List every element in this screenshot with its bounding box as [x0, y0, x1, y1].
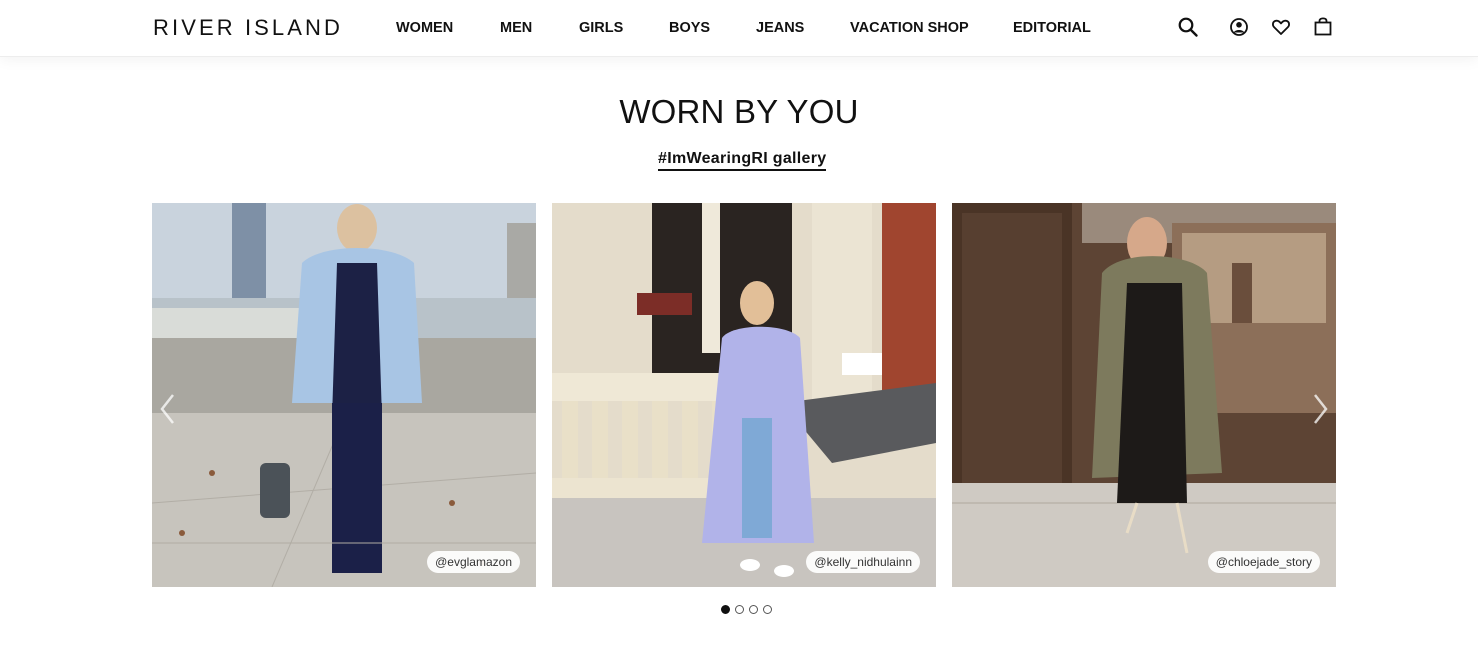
- account-icon[interactable]: [1228, 16, 1250, 38]
- nav-women[interactable]: WOMEN: [396, 20, 453, 36]
- card-photo: [952, 203, 1336, 587]
- instagram-handle: @chloejade_story: [1207, 551, 1320, 573]
- carousel-next-arrow[interactable]: [1310, 392, 1330, 426]
- nav-vacation-shop[interactable]: VACATION SHOP: [850, 20, 969, 36]
- carousel-prev-arrow[interactable]: [158, 392, 178, 426]
- section-title: WORN BY YOU: [619, 93, 859, 130]
- carousel-dot[interactable]: [721, 605, 730, 614]
- carousel-card[interactable]: @chloejade_story: [952, 203, 1336, 587]
- carousel-dot[interactable]: [763, 605, 772, 614]
- bag-icon[interactable]: [1312, 16, 1334, 38]
- chevron-left-icon: [160, 394, 174, 424]
- nav-boys[interactable]: BOYS: [669, 20, 710, 36]
- carousel-card[interactable]: @evglamazon: [152, 203, 536, 587]
- nav-jeans[interactable]: JEANS: [756, 20, 804, 36]
- site-header: RIVER ISLAND WOMEN MEN GIRLS BOYS JEANS …: [0, 0, 1478, 57]
- heart-icon[interactable]: [1270, 16, 1292, 38]
- carousel-dot[interactable]: [735, 605, 744, 614]
- carousel-dot[interactable]: [749, 605, 758, 614]
- nav-editorial[interactable]: EDITORIAL: [1013, 20, 1091, 36]
- nav-girls[interactable]: GIRLS: [579, 20, 623, 36]
- card-photo: [552, 203, 936, 587]
- instagram-handle: @evglamazon: [427, 551, 520, 573]
- river-island-logo[interactable]: RIVER ISLAND: [153, 15, 343, 41]
- carousel-card[interactable]: @kelly_nidhulainn: [552, 203, 936, 587]
- card-photo: [152, 203, 536, 587]
- nav-men[interactable]: MEN: [500, 20, 532, 36]
- search-icon[interactable]: [1177, 16, 1199, 38]
- instagram-handle: @kelly_nidhulainn: [806, 551, 920, 573]
- chevron-right-icon: [1314, 394, 1328, 424]
- gallery-link[interactable]: #ImWearingRI gallery: [658, 150, 827, 171]
